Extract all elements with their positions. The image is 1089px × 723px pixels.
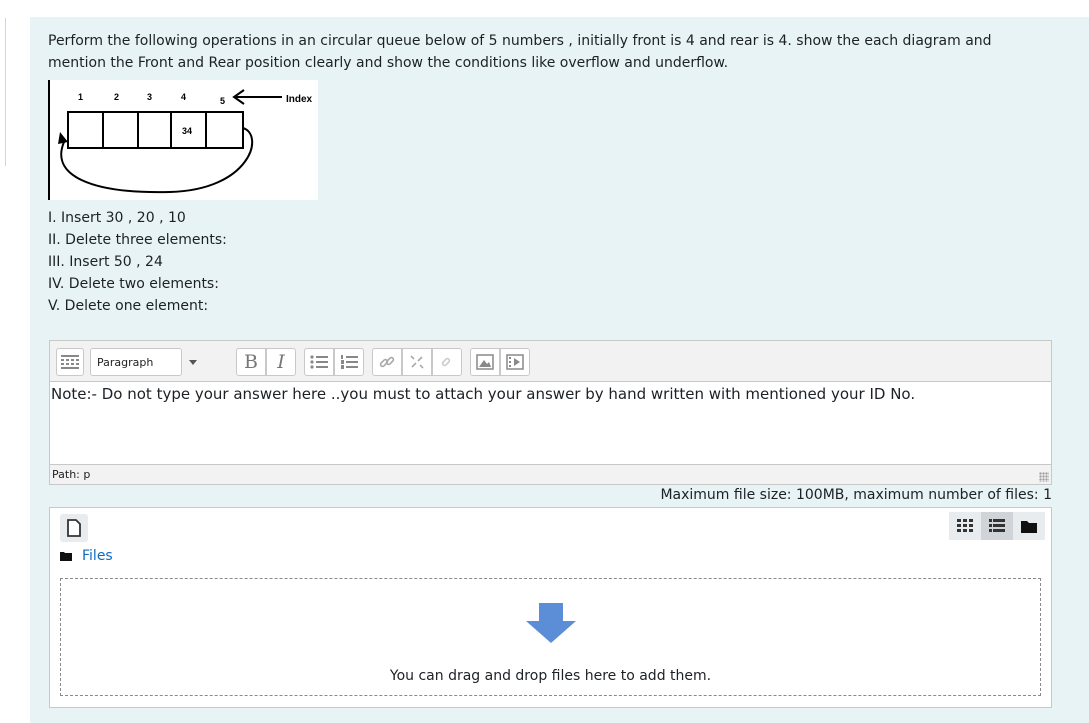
- circular-queue-diagram: 1 2 3 4 5 Index 34: [48, 80, 318, 200]
- folder-breadcrumb[interactable]: Files: [60, 548, 113, 564]
- italic-icon: I: [277, 351, 285, 373]
- operation-item: II. Delete three elements:: [48, 232, 227, 248]
- chevron-down-icon: [189, 360, 197, 365]
- left-sidebar-edge: [0, 18, 6, 166]
- file-manager: Files You can drag and drop files here t…: [49, 507, 1052, 708]
- media-button[interactable]: [500, 348, 530, 376]
- link-button[interactable]: [372, 348, 402, 376]
- operations-list: I. Insert 30 , 20 , 10 II. Delete three …: [48, 207, 227, 317]
- cell-value: 34: [182, 126, 192, 136]
- link-icon: [379, 356, 395, 368]
- grid-view-button[interactable]: [949, 512, 981, 540]
- index-1: 1: [78, 92, 83, 102]
- add-file-button[interactable]: [60, 514, 88, 542]
- editor-status-bar: Path: p: [50, 464, 1051, 484]
- unordered-list-icon: [310, 355, 328, 369]
- media-icon: [506, 354, 524, 370]
- unordered-list-button[interactable]: [304, 348, 334, 376]
- operation-item: I. Insert 30 , 20 , 10: [48, 210, 186, 226]
- anchor-button[interactable]: [432, 348, 462, 376]
- question-text: Perform the following operations in an c…: [48, 33, 992, 71]
- bold-icon: B: [244, 351, 258, 373]
- file-dropzone[interactable]: You can drag and drop files here to add …: [60, 578, 1041, 696]
- operation-item: III. Insert 50 , 24: [48, 254, 163, 270]
- index-5: 5: [220, 96, 225, 106]
- download-arrow-icon: [526, 603, 576, 643]
- image-icon: [476, 354, 494, 370]
- tree-view-button[interactable]: [1013, 512, 1045, 540]
- format-select-value: Paragraph: [97, 355, 154, 369]
- file-icon: [67, 519, 81, 537]
- list-view-button[interactable]: [981, 512, 1013, 540]
- italic-button[interactable]: I: [266, 348, 296, 376]
- answer-editor: Paragraph B I Note:- Do not type your an…: [49, 340, 1052, 485]
- ordered-list-icon: [341, 355, 358, 369]
- editor-toolbar: Paragraph B I: [50, 341, 1051, 382]
- folder-icon: [60, 552, 72, 561]
- ordered-list-button[interactable]: [334, 348, 364, 376]
- format-select[interactable]: Paragraph: [90, 348, 197, 376]
- view-switcher: [949, 512, 1045, 540]
- list-view-icon: [989, 519, 1005, 532]
- grid-view-icon: [957, 519, 973, 532]
- index-3: 3: [147, 92, 152, 102]
- anchor-icon: [441, 357, 451, 367]
- index-2: 2: [114, 92, 119, 102]
- editor-path: Path: p: [52, 468, 91, 481]
- index-4: 4: [181, 92, 186, 102]
- bold-button[interactable]: B: [236, 348, 266, 376]
- image-button[interactable]: [470, 348, 500, 376]
- unlink-icon: [410, 355, 424, 369]
- editor-content-area[interactable]: Note:- Do not type your answer here ..yo…: [50, 382, 1051, 464]
- editor-content-text: Note:- Do not type your answer here ..yo…: [51, 385, 916, 403]
- resize-grip-icon[interactable]: [1039, 472, 1049, 482]
- tree-view-icon: [1021, 521, 1037, 533]
- operation-item: V. Delete one element:: [48, 298, 209, 314]
- file-limits-text: Maximum file size: 100MB, maximum number…: [660, 487, 1052, 503]
- unlink-button[interactable]: [402, 348, 432, 376]
- folder-label[interactable]: Files: [82, 548, 113, 564]
- toolbar-toggle-icon[interactable]: [56, 348, 84, 376]
- index-label: Index: [286, 94, 313, 105]
- drop-instructions: You can drag and drop files here to add …: [389, 668, 712, 684]
- operation-item: IV. Delete two elements:: [48, 276, 219, 292]
